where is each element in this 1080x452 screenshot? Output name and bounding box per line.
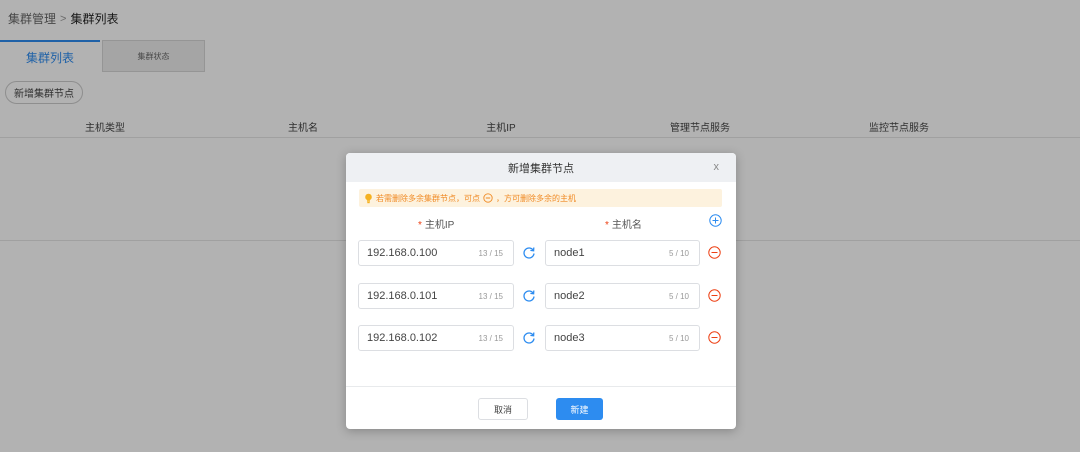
char-count: 13 / 15 [478, 334, 503, 343]
minus-circle-icon[interactable] [708, 289, 721, 302]
char-count: 13 / 15 [478, 292, 503, 301]
add-node-dialog: 新增集群节点 x 若需删除多余集群节点，可点 ，方可删除多余的主机 * 主机IP … [346, 153, 736, 429]
create-button[interactable]: 新建 [556, 398, 603, 420]
char-count: 5 / 10 [668, 292, 689, 301]
node-row: 192.168.0.101 13 / 15 node2 5 / 10 [358, 283, 724, 309]
refresh-icon[interactable] [522, 246, 536, 260]
char-count: 13 / 15 [478, 249, 503, 258]
host-name-input[interactable]: node1 5 / 10 [545, 240, 700, 266]
node-row: 192.168.0.100 13 / 15 node1 5 / 10 [358, 240, 724, 266]
char-count: 5 / 10 [668, 249, 689, 258]
dialog-title: 新增集群节点 [508, 162, 574, 175]
host-name-input[interactable]: node2 5 / 10 [545, 283, 700, 309]
minus-circle-icon [483, 193, 493, 203]
char-count: 5 / 10 [668, 334, 689, 343]
tip-banner: 若需删除多余集群节点，可点 ，方可删除多余的主机 [359, 189, 722, 207]
host-name-label: * 主机名 [605, 220, 642, 231]
minus-circle-icon[interactable] [708, 331, 721, 344]
host-name-input[interactable]: node3 5 / 10 [545, 325, 700, 351]
tip-text-after: ，方可删除多余的主机 [496, 193, 576, 203]
minus-circle-icon[interactable] [708, 246, 721, 259]
host-ip-input[interactable]: 192.168.0.102 13 / 15 [358, 325, 514, 351]
dialog-header: 新增集群节点 x [346, 153, 736, 182]
close-icon[interactable]: x [714, 161, 720, 173]
host-ip-label: * 主机IP [418, 220, 455, 231]
plus-circle-icon[interactable] [709, 214, 722, 227]
tip-text-before: 若需删除多余集群节点，可点 [376, 193, 480, 203]
lightbulb-icon [365, 193, 372, 203]
host-ip-input[interactable]: 192.168.0.100 13 / 15 [358, 240, 514, 266]
cancel-button[interactable]: 取消 [478, 398, 528, 420]
dialog-footer: 取消 新建 [346, 386, 736, 429]
refresh-icon[interactable] [522, 331, 536, 345]
refresh-icon[interactable] [522, 289, 536, 303]
host-ip-input[interactable]: 192.168.0.101 13 / 15 [358, 283, 514, 309]
node-row: 192.168.0.102 13 / 15 node3 5 / 10 [358, 325, 724, 351]
